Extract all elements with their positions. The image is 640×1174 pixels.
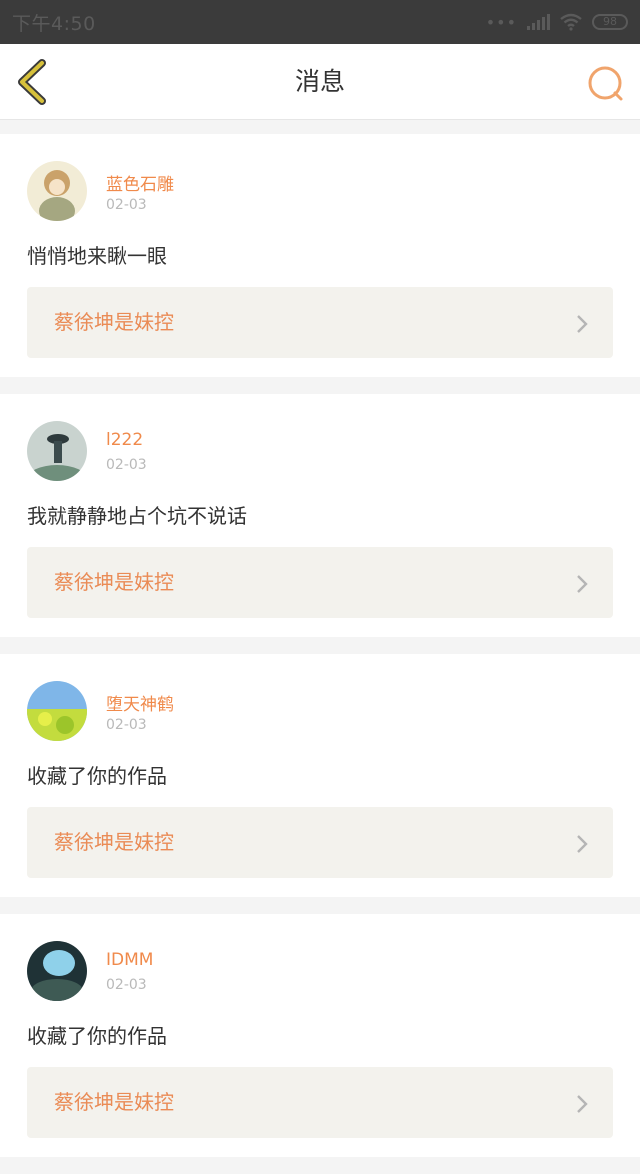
message-date: 02-03 (106, 457, 147, 473)
user-name[interactable]: l222 (106, 430, 143, 450)
status-time: 下午4:50 (12, 12, 96, 35)
linked-work-button[interactable]: 蔡徐坤是妹控 (27, 807, 613, 878)
chevron-right-icon (577, 835, 588, 853)
message-text: 收藏了你的作品 (27, 1024, 167, 1048)
wifi-icon (560, 13, 582, 31)
nav-bar: 消息 (0, 44, 640, 120)
signal-icon (527, 14, 550, 30)
message-list: 蓝色石雕 02-03 悄悄地来瞅一眼 蔡徐坤是妹控 l222 02-03 我就静… (0, 134, 640, 1174)
avatar[interactable] (27, 161, 87, 221)
message-card: l222 02-03 我就静静地占个坑不说话 蔡徐坤是妹控 (0, 394, 640, 637)
message-date: 02-03 (106, 717, 147, 733)
linked-work-title: 蔡徐坤是妹控 (54, 830, 174, 854)
page-title: 消息 (294, 67, 345, 96)
status-icons: ••• 98 (486, 13, 628, 32)
message-card: IDMM 02-03 收藏了你的作品 蔡徐坤是妹控 (0, 914, 640, 1157)
message-date: 02-03 (106, 977, 147, 993)
message-text: 收藏了你的作品 (27, 764, 167, 788)
linked-work-button[interactable]: 蔡徐坤是妹控 (27, 547, 613, 618)
user-name[interactable]: 蓝色石雕 (106, 170, 174, 195)
avatar[interactable] (27, 681, 87, 741)
message-text: 悄悄地来瞅一眼 (27, 244, 167, 268)
status-bar: 下午4:50 ••• 98 (0, 0, 640, 44)
search-button[interactable] (586, 64, 626, 104)
linked-work-button[interactable]: 蔡徐坤是妹控 (27, 287, 613, 358)
linked-work-title: 蔡徐坤是妹控 (54, 1090, 174, 1114)
chevron-right-icon (577, 1095, 588, 1113)
linked-work-button[interactable]: 蔡徐坤是妹控 (27, 1067, 613, 1138)
linked-work-title: 蔡徐坤是妹控 (54, 570, 174, 594)
user-name[interactable]: 堕天神鹤 (106, 690, 174, 715)
message-date: 02-03 (106, 197, 147, 213)
linked-work-title: 蔡徐坤是妹控 (54, 310, 174, 334)
more-dots-icon: ••• (485, 12, 517, 32)
chevron-right-icon (577, 575, 588, 593)
battery-icon: 98 (592, 14, 628, 30)
avatar[interactable] (27, 421, 87, 481)
avatar[interactable] (27, 941, 87, 1001)
message-card: 堕天神鹤 02-03 收藏了你的作品 蔡徐坤是妹控 (0, 654, 640, 897)
search-icon (588, 66, 623, 101)
message-text: 我就静静地占个坑不说话 (27, 504, 247, 528)
chevron-right-icon (577, 315, 588, 333)
user-name[interactable]: IDMM (106, 950, 153, 970)
message-card: 蓝色石雕 02-03 悄悄地来瞅一眼 蔡徐坤是妹控 (0, 134, 640, 377)
